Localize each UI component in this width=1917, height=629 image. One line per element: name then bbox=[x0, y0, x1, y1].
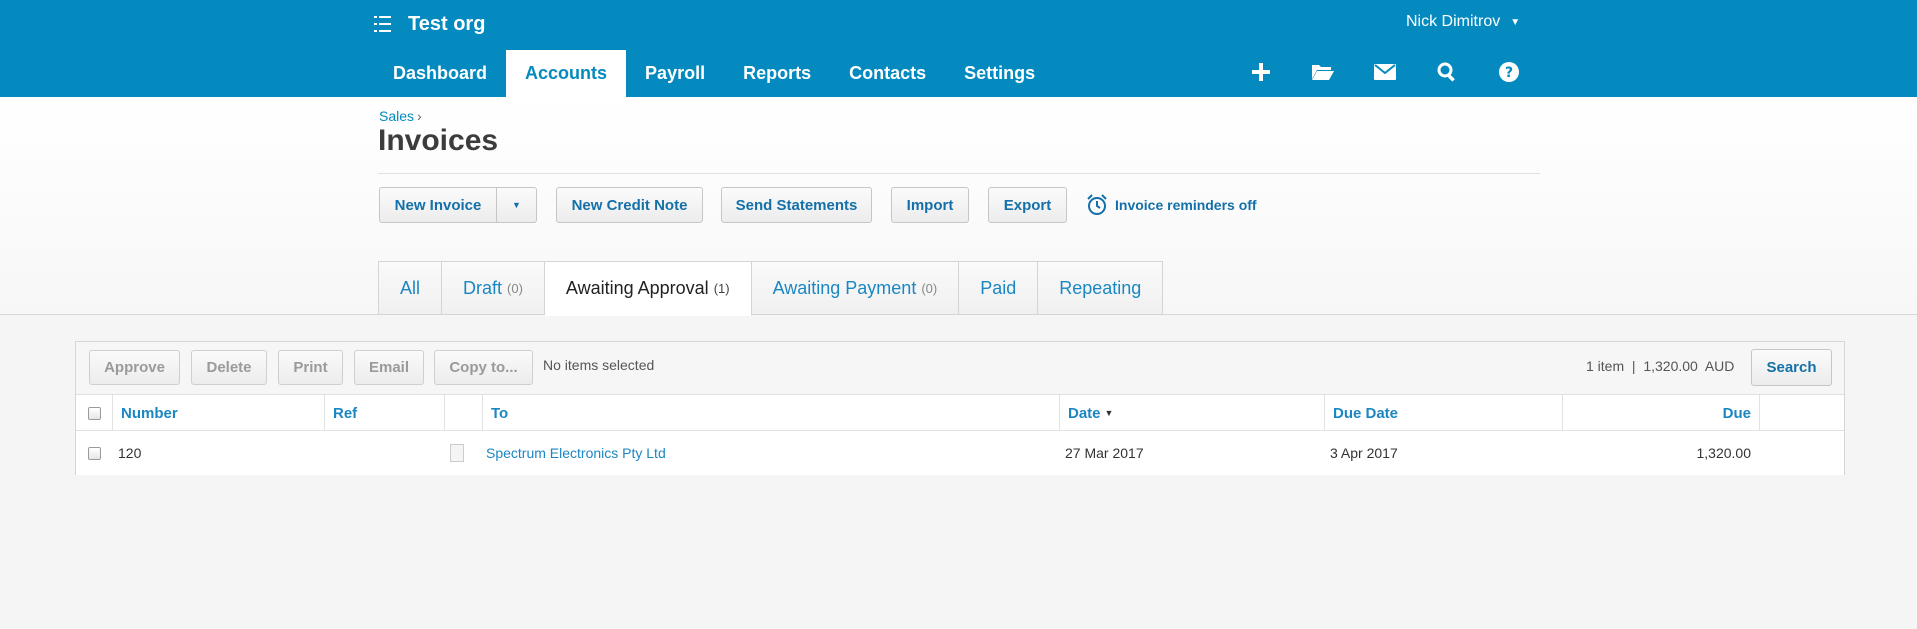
new-invoice-button[interactable]: New Invoice bbox=[380, 197, 496, 214]
cell-attachment bbox=[450, 431, 464, 475]
cell-due-date: 3 Apr 2017 bbox=[1330, 445, 1398, 461]
column-ref[interactable]: Ref bbox=[324, 395, 444, 431]
tab-label: Awaiting Approval bbox=[565, 278, 709, 298]
tab-count: (0) bbox=[921, 280, 938, 296]
import-button[interactable]: Import bbox=[891, 187, 969, 223]
nav-contacts[interactable]: Contacts bbox=[830, 50, 945, 97]
search-icon[interactable] bbox=[1432, 57, 1462, 87]
tab-count: (1) bbox=[713, 281, 730, 296]
main-nav: Dashboard Accounts Payroll Reports Conta… bbox=[374, 50, 1054, 97]
column-due-date[interactable]: Due Date bbox=[1324, 395, 1562, 431]
invoice-reminders-label: Invoice reminders off bbox=[1115, 197, 1257, 213]
cell-due: 1,320.00 bbox=[1696, 445, 1752, 461]
tab-draft[interactable]: Draft (0) bbox=[442, 261, 545, 315]
sort-desc-icon: ▼ bbox=[1104, 408, 1114, 418]
approve-button[interactable]: Approve bbox=[89, 350, 180, 385]
table-row[interactable]: 120 Spectrum Electronics Pty Ltd 27 Mar … bbox=[76, 431, 1844, 475]
column-date[interactable]: Date ▼ bbox=[1059, 395, 1324, 431]
tab-count: (0) bbox=[507, 280, 523, 296]
cell-number: 120 bbox=[118, 445, 142, 461]
grid-summary: 1 item | 1,320.00 AUD bbox=[1586, 358, 1735, 374]
breadcrumb: Sales › bbox=[379, 108, 422, 124]
tab-awaiting-payment[interactable]: Awaiting Payment (0) bbox=[751, 261, 960, 315]
new-credit-note-button[interactable]: New Credit Note bbox=[556, 187, 703, 223]
row-checkbox[interactable] bbox=[87, 446, 101, 460]
nav-payroll[interactable]: Payroll bbox=[626, 50, 724, 97]
org-name: Test org bbox=[408, 12, 486, 35]
print-button[interactable]: Print bbox=[278, 350, 343, 385]
column-due[interactable]: Due bbox=[1562, 395, 1759, 431]
tab-all[interactable]: All bbox=[378, 261, 443, 315]
svg-text:?: ? bbox=[1505, 65, 1513, 81]
cell-date: 27 Mar 2017 bbox=[1065, 445, 1144, 461]
plus-icon[interactable] bbox=[1246, 57, 1276, 87]
nav-settings[interactable]: Settings bbox=[945, 50, 1054, 97]
copy-to-button[interactable]: Copy to... bbox=[434, 350, 533, 385]
column-attachment bbox=[444, 395, 482, 431]
tab-label: Repeating bbox=[1059, 277, 1142, 298]
mail-icon[interactable] bbox=[1370, 57, 1400, 87]
column-spacer bbox=[1759, 395, 1844, 431]
table-header: Number Ref To Date ▼ Due Date Due bbox=[76, 395, 1844, 431]
grid-toolbar: Approve Delete Print Email Copy to... No… bbox=[76, 342, 1844, 395]
org-switcher[interactable]: Test org bbox=[374, 10, 485, 38]
help-icon[interactable]: ? bbox=[1494, 57, 1524, 87]
cell-to[interactable]: Spectrum Electronics Pty Ltd bbox=[486, 431, 666, 475]
nav-reports[interactable]: Reports bbox=[724, 50, 830, 97]
caret-down-icon: ▼ bbox=[512, 200, 521, 210]
breadcrumb-sales-link[interactable]: Sales bbox=[379, 108, 414, 124]
select-all-checkbox[interactable] bbox=[87, 406, 101, 420]
delete-button[interactable]: Delete bbox=[191, 350, 267, 385]
email-button[interactable]: Email bbox=[354, 350, 424, 385]
menu-list-icon bbox=[374, 15, 396, 33]
breadcrumb-separator: › bbox=[417, 108, 422, 124]
user-menu[interactable]: Nick Dimitrov ▼ bbox=[1406, 13, 1520, 31]
tab-repeating[interactable]: Repeating bbox=[1038, 261, 1164, 315]
tab-label: Draft bbox=[463, 277, 503, 298]
tab-label: Paid bbox=[980, 277, 1017, 298]
header-actions: ? bbox=[1246, 57, 1556, 87]
send-statements-button[interactable]: Send Statements bbox=[721, 187, 872, 223]
column-to[interactable]: To bbox=[482, 395, 1049, 431]
column-date-label: Date bbox=[1068, 404, 1101, 422]
alarm-clock-icon bbox=[1087, 194, 1107, 215]
nav-dashboard[interactable]: Dashboard bbox=[374, 50, 506, 97]
column-number[interactable]: Number bbox=[112, 395, 324, 431]
select-all-cell bbox=[76, 395, 112, 431]
nav-accounts[interactable]: Accounts bbox=[506, 50, 627, 97]
tab-label: Awaiting Payment bbox=[772, 277, 917, 298]
top-navigation-bar: Test org Nick Dimitrov ▼ Dashboard Accou… bbox=[0, 0, 1917, 97]
invoice-reminders-link[interactable]: Invoice reminders off bbox=[1086, 194, 1257, 216]
search-button[interactable]: Search bbox=[1751, 349, 1832, 386]
new-invoice-dropdown[interactable]: ▼ bbox=[496, 188, 536, 222]
export-button[interactable]: Export bbox=[988, 187, 1067, 223]
header-divider bbox=[378, 173, 1540, 174]
invoice-status-tabs: All Draft (0) Awaiting Approval (1) Awai… bbox=[378, 261, 1164, 316]
document-icon bbox=[450, 444, 464, 462]
selection-status: No items selected bbox=[543, 357, 655, 373]
tab-label: All bbox=[400, 277, 421, 298]
invoices-grid: Approve Delete Print Email Copy to... No… bbox=[75, 341, 1845, 475]
user-name: Nick Dimitrov bbox=[1406, 13, 1501, 30]
chevron-down-icon: ▼ bbox=[1510, 16, 1521, 28]
page-title: Invoices bbox=[378, 124, 499, 157]
folder-icon[interactable] bbox=[1308, 57, 1338, 87]
row-select-cell bbox=[76, 431, 112, 475]
new-invoice-split-button: New Invoice ▼ bbox=[379, 187, 537, 223]
tab-paid[interactable]: Paid bbox=[959, 261, 1039, 315]
tab-awaiting-approval[interactable]: Awaiting Approval (1) bbox=[544, 261, 752, 316]
